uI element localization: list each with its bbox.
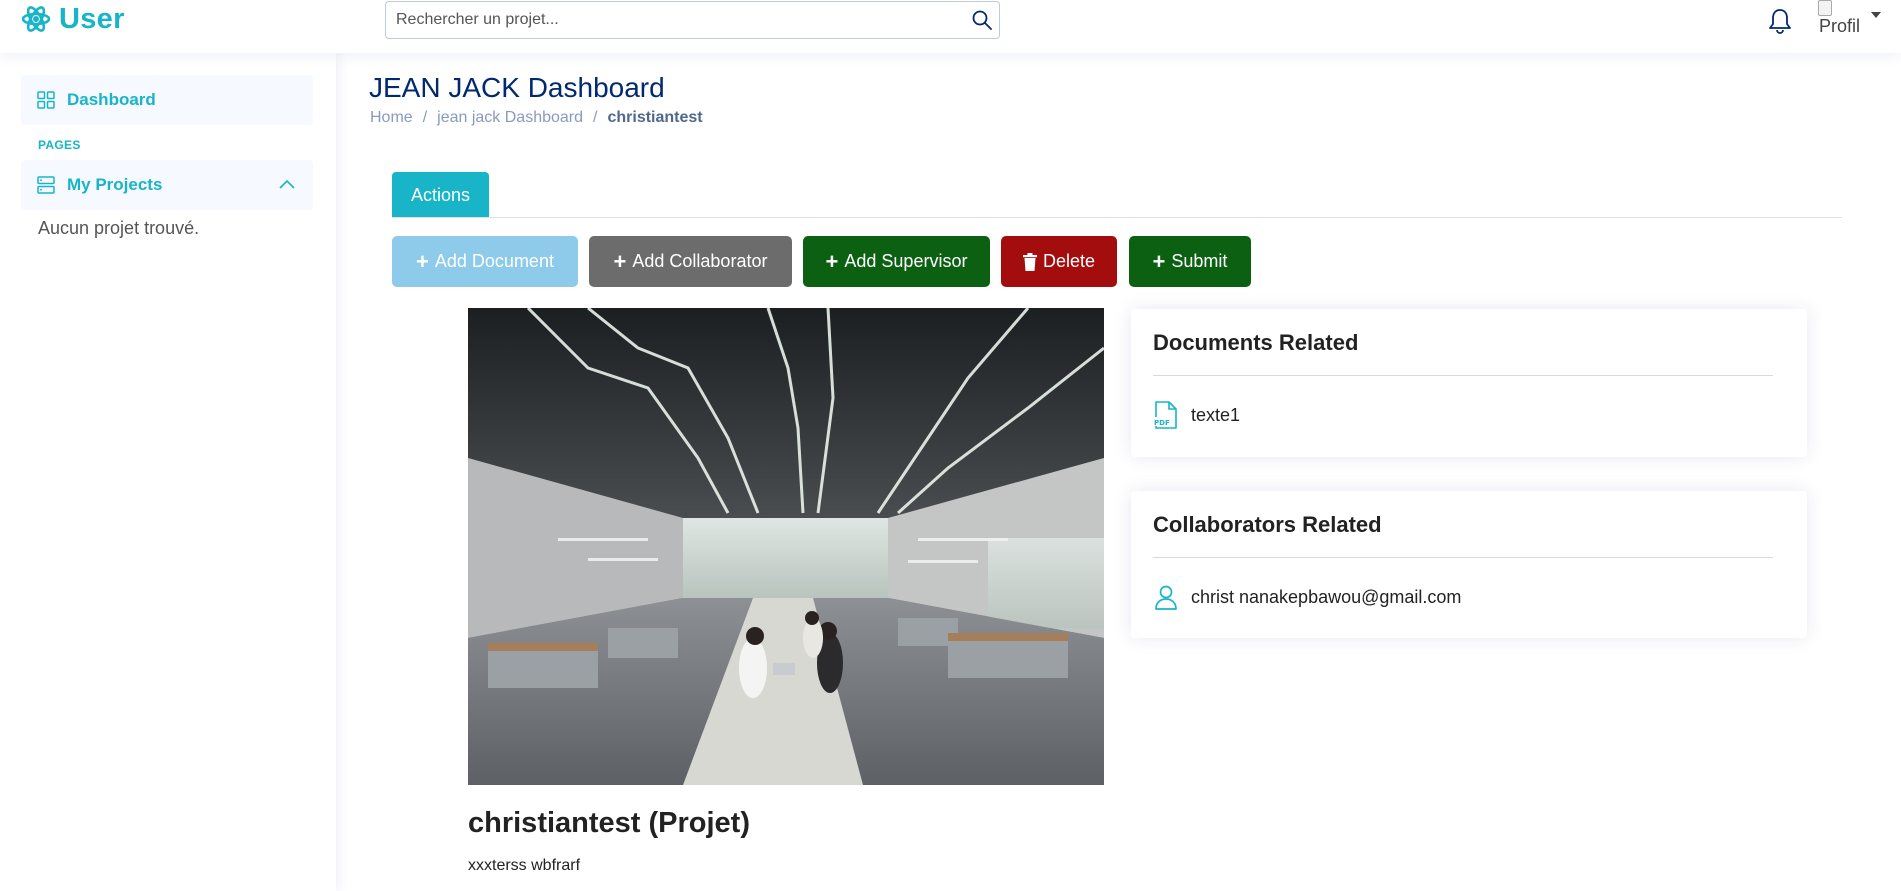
document-name: texte1 [1191, 404, 1241, 425]
sidebar-section-heading: PAGES [38, 138, 81, 152]
add-document-button[interactable]: + Add Document [392, 236, 578, 287]
submit-button[interactable]: + Submit [1129, 236, 1251, 287]
search-input[interactable] [386, 2, 946, 38]
empty-projects-message: Aucun projet trouvé. [38, 218, 200, 238]
plus-icon: + [416, 248, 429, 274]
search-icon[interactable] [971, 9, 993, 31]
plus-icon: + [613, 248, 627, 274]
card-divider [1153, 375, 1773, 376]
brand-name: User [59, 2, 125, 35]
sidebar: Dashboard PAGES My Projects Aucun projet… [0, 53, 336, 891]
breadcrumb-dashboard[interactable]: jean jack Dashboard [437, 109, 583, 127]
project-title: christiantest (Projet) [468, 807, 750, 839]
documents-card: Documents Related PDF texte1 [1131, 309, 1807, 457]
add-collaborator-button[interactable]: + Add Collaborator [589, 236, 792, 287]
breadcrumb-current: christiantest [607, 109, 703, 126]
person-icon [1155, 585, 1177, 610]
tab-divider [392, 217, 1842, 218]
bell-icon[interactable] [1767, 7, 1793, 35]
document-item[interactable]: PDF texte1 [1153, 401, 1240, 429]
grid-icon [37, 91, 55, 109]
server-icon [37, 176, 55, 194]
sidebar-item-dashboard[interactable]: Dashboard [21, 75, 313, 125]
breadcrumb-separator: / [593, 109, 598, 126]
atom-logo-icon [21, 6, 51, 32]
trash-icon [1022, 252, 1037, 271]
sidebar-item-my-projects[interactable]: My Projects [21, 160, 313, 210]
button-label: Add Collaborator [632, 251, 768, 271]
svg-text:PDF: PDF [1154, 419, 1170, 427]
delete-button[interactable]: Delete [1001, 236, 1117, 287]
page-title: JEAN JACK Dashboard [369, 72, 665, 103]
top-header: User Profil [0, 0, 1901, 53]
add-supervisor-button[interactable]: + Add Supervisor [803, 236, 990, 287]
tab-actions[interactable]: Actions [392, 172, 489, 218]
collaborators-card-title: Collaborators Related [1153, 512, 1382, 537]
button-label: Delete [1042, 251, 1096, 271]
brand[interactable]: User [21, 0, 125, 38]
collaborator-name: christ nanakepbawou@gmail.com [1191, 586, 1462, 607]
breadcrumb: Home / jean jack Dashboard / christiante… [370, 109, 703, 127]
profile-menu[interactable]: Profil [1817, 0, 1881, 40]
profile-image: Profil [1817, 0, 1863, 40]
collaborators-card: Collaborators Related christ nanakepbawo… [1131, 491, 1807, 638]
sidebar-item-label: Dashboard [67, 90, 156, 109]
button-label: Submit [1171, 251, 1228, 271]
chevron-up-icon[interactable] [279, 178, 295, 190]
pdf-file-icon: PDF [1153, 401, 1177, 429]
broken-image-icon [1818, 0, 1832, 16]
search-bar [385, 1, 1000, 39]
caret-down-icon[interactable] [1871, 12, 1881, 18]
button-label: Add Supervisor [844, 251, 968, 271]
breadcrumb-home[interactable]: Home [370, 109, 413, 127]
card-divider [1153, 557, 1773, 558]
project-description: xxxterss wbfrarf [468, 857, 581, 874]
collaborator-item[interactable]: christ nanakepbawou@gmail.com [1153, 583, 1461, 611]
plus-icon: + [1152, 248, 1166, 274]
button-label: Add Document [434, 251, 554, 271]
profile-alt-text: Profil [1819, 16, 1861, 36]
project-image [468, 308, 1104, 785]
sidebar-item-label: My Projects [67, 175, 163, 194]
plus-icon: + [825, 248, 839, 274]
documents-card-title: Documents Related [1153, 330, 1359, 355]
breadcrumb-separator: / [422, 109, 428, 126]
